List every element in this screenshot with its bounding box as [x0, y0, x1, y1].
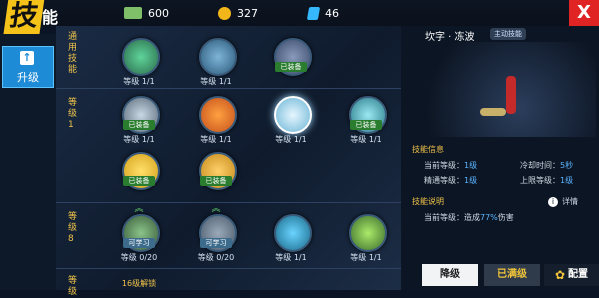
skill-icon: [274, 96, 312, 134]
skill-slot[interactable]: ︽ 可学习 等级 0/20: [189, 205, 243, 274]
detail-link[interactable]: i 详情: [548, 196, 578, 207]
title-big-char: 技: [3, 0, 45, 34]
equipped-badge: 已装备: [123, 176, 155, 186]
skill-slot-locked[interactable]: 16级解锁: [112, 272, 166, 290]
mastery-label: 精通等级：: [424, 176, 464, 185]
close-button[interactable]: X: [569, 0, 599, 26]
title-small-char: 能: [42, 8, 59, 27]
skill-level: 等级 1/1: [123, 77, 155, 86]
upgrade-chevron-icon: ︽: [134, 204, 144, 214]
max-level-label: 上限等级：: [520, 176, 560, 185]
silver-value: 600: [148, 6, 169, 20]
skill-icon: [199, 96, 237, 134]
skill-icon: [349, 214, 387, 252]
skill-slot[interactable]: ︽ 可学习 等级 0/20: [112, 205, 166, 274]
row-label-level8: 等级8: [68, 212, 78, 244]
learnable-badge: 可学习: [200, 238, 232, 248]
gold-coin-icon: [218, 6, 231, 20]
gold-resource: 327: [218, 5, 258, 21]
skill-unlock-level: 16级解锁: [121, 279, 157, 288]
row-label-general: 通用技能: [68, 32, 78, 75]
config-label: 配置: [568, 269, 589, 280]
equipped-badge: 已装备: [350, 120, 382, 130]
desc-section-title: 技能说明: [412, 197, 444, 206]
skill-level: 等级 1/1: [350, 135, 382, 144]
equipped-badge: 已装备: [275, 62, 307, 72]
info-section-title: 技能信息: [412, 145, 444, 154]
skill-type-tag: 主动技能: [490, 28, 526, 40]
skill-slot[interactable]: 等级 1/1: [189, 38, 243, 98]
cur-level-label: 当前等级：: [424, 161, 464, 170]
skill-slot[interactable]: 已装备: [112, 152, 166, 212]
skill-name: 坎字 · 冻波: [425, 32, 475, 43]
downgrade-button[interactable]: 降级: [422, 264, 478, 286]
desc-suffix: 伤害: [497, 213, 514, 222]
skill-slot[interactable]: 已装备: [189, 152, 243, 212]
info-icon: i: [548, 196, 558, 207]
skill-slot[interactable]: 已装备 等级 1/1: [339, 96, 393, 156]
cooldown-value: 5秒: [560, 161, 574, 170]
cur-level-row: 当前等级：1级: [424, 160, 477, 171]
skill-level: 等级 1/1: [275, 135, 307, 144]
skill-slot-selected[interactable]: 等级 1/1: [264, 96, 318, 156]
skill-level: 等级 1/1: [350, 253, 382, 262]
skill-slot[interactable]: 等级 1/1: [339, 214, 393, 274]
desc-text: 当前等级：造成: [424, 213, 480, 222]
tab-upgrade-label: 升级: [17, 71, 39, 84]
learnable-badge: 可学习: [123, 238, 155, 248]
detail-label: 详情: [562, 197, 578, 206]
skill-preview: [404, 42, 596, 137]
skill-slot[interactable]: 已装备 等级 1/1: [112, 96, 166, 156]
equipped-badge: 已装备: [123, 120, 155, 130]
tab-upgrade[interactable]: ↑ 升级: [2, 46, 54, 88]
skill-icon: [199, 38, 237, 76]
skill-slot[interactable]: 等级 1/1: [112, 38, 166, 98]
cur-level-value: 1级: [464, 161, 478, 170]
skill-slot[interactable]: 已装备: [264, 38, 318, 98]
skill-desc: 当前等级：造成77%伤害: [424, 212, 514, 223]
skill-grid: 通用技能 等级1 等级8 等级 等级 1/1 等级 1/1 已装备 已装备 等级…: [56, 26, 401, 297]
max-level-row: 上限等级：1级: [520, 175, 573, 186]
diamond-icon: [306, 6, 321, 20]
cooldown-label: 冷却时间：: [520, 161, 560, 170]
skill-level: 等级 1/1: [200, 77, 232, 86]
skill-slot[interactable]: 等级 1/1: [264, 214, 318, 274]
skill-level: 等级 1/1: [123, 135, 155, 144]
max-level-value: 1级: [560, 176, 574, 185]
skill-level: 等级 0/20: [197, 253, 235, 262]
silver-resource: 600: [124, 5, 169, 21]
top-bar: [0, 0, 599, 26]
upgrade-arrow-icon: ↑: [20, 51, 34, 65]
cash-icon: [124, 7, 142, 19]
skill-slot[interactable]: 等级 1/1: [189, 96, 243, 156]
gear-icon: ✿: [554, 268, 566, 282]
gold-value: 327: [237, 6, 258, 20]
diamond-resource: 46: [306, 5, 339, 21]
config-button[interactable]: ✿ 配置: [544, 264, 599, 286]
skill-level: 等级 1/1: [200, 135, 232, 144]
equipped-badge: 已装备: [200, 176, 232, 186]
upgrade-chevron-icon: ︽: [211, 204, 221, 214]
skill-icon: [122, 38, 160, 76]
mastery-row: 精通等级：1级: [424, 175, 477, 186]
row-label-level16: 等级: [68, 276, 78, 297]
cooldown-row: 冷却时间：5秒: [520, 160, 573, 171]
diamond-value: 46: [325, 6, 339, 20]
max-level-button[interactable]: 已满级: [484, 264, 540, 286]
skill-level: 等级 1/1: [275, 253, 307, 262]
row-label-level1: 等级1: [68, 98, 78, 130]
skill-icon: [274, 214, 312, 252]
mastery-value: 1级: [464, 176, 478, 185]
desc-pct: 77%: [480, 213, 498, 222]
target-figure: [480, 108, 506, 116]
skill-level: 等级 0/20: [120, 253, 158, 262]
character-figure: [506, 76, 516, 114]
